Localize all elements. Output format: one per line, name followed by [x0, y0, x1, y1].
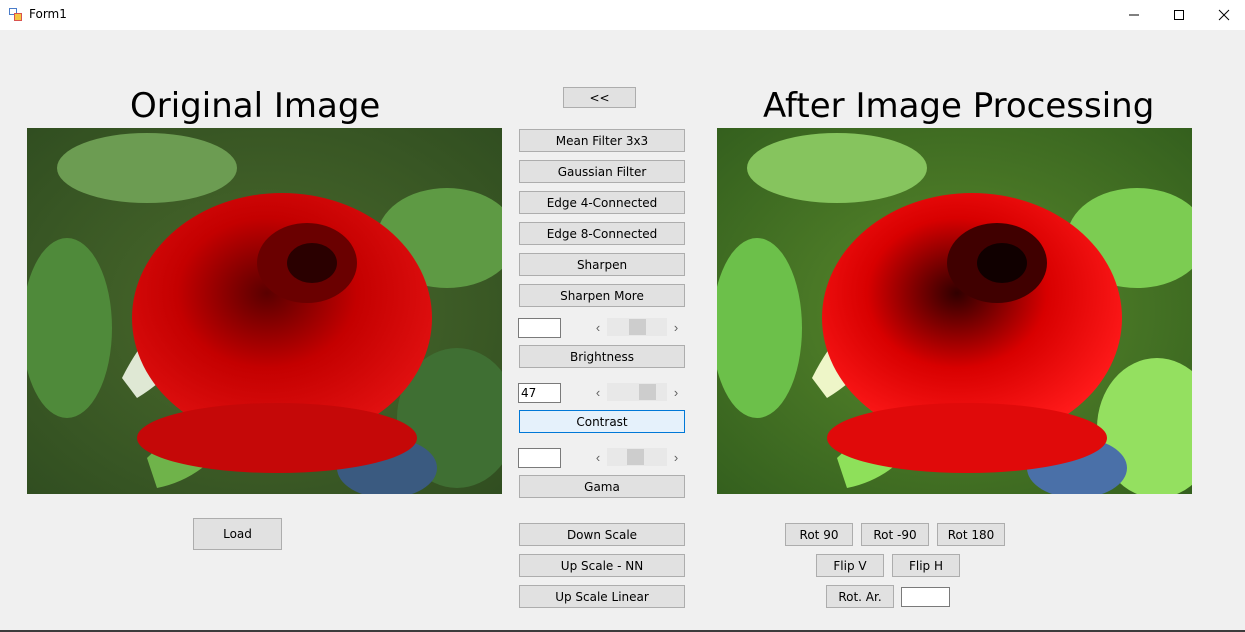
original-rose-image [27, 128, 502, 494]
down-scale-button[interactable]: Down Scale [519, 523, 685, 546]
mean-filter-button[interactable]: Mean Filter 3x3 [519, 129, 685, 152]
rot-180-button[interactable]: Rot 180 [937, 523, 1005, 546]
scroll-thumb[interactable] [627, 449, 644, 465]
scroll-left-arrow-icon[interactable]: ‹ [589, 318, 607, 336]
brightness-value-input[interactable] [518, 318, 561, 338]
brightness-button[interactable]: Brightness [519, 345, 685, 368]
scroll-right-arrow-icon[interactable]: › [667, 318, 685, 336]
title-bar: Form1 [0, 0, 1245, 30]
original-image-heading: Original Image [130, 86, 381, 126]
scroll-right-arrow-icon[interactable]: › [667, 448, 685, 466]
form-app-icon [9, 8, 22, 21]
scroll-right-arrow-icon[interactable]: › [667, 383, 685, 401]
processed-image-heading: After Image Processing [763, 86, 1155, 126]
edge-8-connected-button[interactable]: Edge 8-Connected [519, 222, 685, 245]
minimize-icon [1129, 14, 1139, 16]
gaussian-filter-button[interactable]: Gaussian Filter [519, 160, 685, 183]
window-title: Form1 [29, 7, 67, 21]
sharpen-button[interactable]: Sharpen [519, 253, 685, 276]
flip-h-button[interactable]: Flip H [892, 554, 960, 577]
scroll-track[interactable] [607, 383, 667, 401]
contrast-button[interactable]: Contrast [519, 410, 685, 433]
close-button[interactable] [1201, 0, 1245, 30]
flip-v-button[interactable]: Flip V [816, 554, 884, 577]
processed-image-box [717, 128, 1192, 494]
processed-rose-image [717, 128, 1192, 494]
scroll-left-arrow-icon[interactable]: ‹ [589, 383, 607, 401]
rot-ar-value-input[interactable] [901, 587, 950, 607]
sharpen-more-button[interactable]: Sharpen More [519, 284, 685, 307]
up-scale-linear-button[interactable]: Up Scale Linear [519, 585, 685, 608]
back-button[interactable]: << [563, 87, 636, 108]
brightness-scrollbar[interactable]: ‹ › [589, 318, 685, 336]
gama-value-input[interactable] [518, 448, 561, 468]
scroll-thumb[interactable] [629, 319, 646, 335]
scroll-left-arrow-icon[interactable]: ‹ [589, 448, 607, 466]
scroll-thumb[interactable] [639, 384, 656, 400]
rot-ar-button[interactable]: Rot. Ar. [826, 585, 894, 608]
load-button[interactable]: Load [193, 518, 282, 550]
edge-4-connected-button[interactable]: Edge 4-Connected [519, 191, 685, 214]
contrast-scrollbar[interactable]: ‹ › [589, 383, 685, 401]
maximize-icon [1174, 10, 1184, 20]
close-icon [1218, 9, 1230, 21]
gama-scrollbar[interactable]: ‹ › [589, 448, 685, 466]
up-scale-nn-button[interactable]: Up Scale - NN [519, 554, 685, 577]
original-image-box [27, 128, 502, 494]
maximize-button[interactable] [1156, 0, 1202, 30]
contrast-value-input[interactable]: 47 [518, 383, 561, 403]
minimize-button[interactable] [1111, 0, 1157, 30]
rot-neg-90-button[interactable]: Rot -90 [861, 523, 929, 546]
rot-90-button[interactable]: Rot 90 [785, 523, 853, 546]
gama-button[interactable]: Gama [519, 475, 685, 498]
